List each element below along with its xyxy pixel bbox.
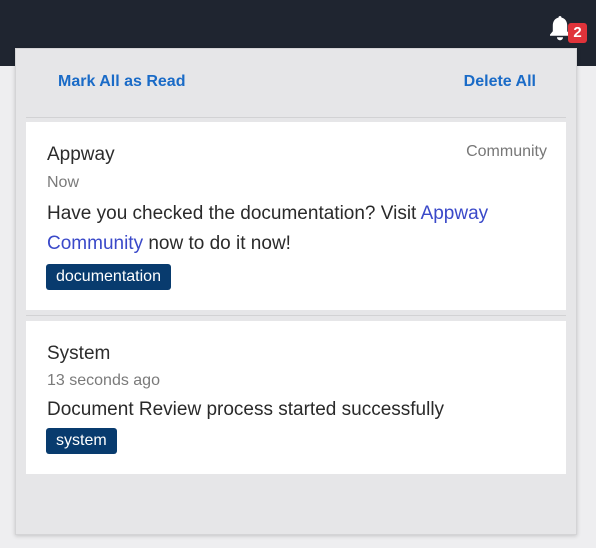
notification-time: Now <box>47 174 80 191</box>
notifications-panel-header: Mark All as Read Delete All <box>16 49 576 117</box>
card-separator-line <box>26 315 566 316</box>
notification-tag[interactable]: system <box>46 428 117 454</box>
notification-title: System <box>47 343 111 364</box>
header-divider <box>26 117 566 118</box>
notification-title: Appway <box>47 144 115 165</box>
notification-message-text-end: now to do it now! <box>143 233 291 254</box>
notification-message: Document Review process started successf… <box>47 395 517 425</box>
notification-time: 13 seconds ago <box>47 372 160 389</box>
notification-message: Have you checked the documentation? Visi… <box>47 199 517 259</box>
notifications-panel: Mark All as Read Delete All Appway Commu… <box>15 48 577 535</box>
delete-all-button[interactable]: Delete All <box>464 73 536 91</box>
notification-message-text: Document Review process started successf… <box>47 399 445 420</box>
notification-tag[interactable]: documentation <box>46 264 171 290</box>
mark-all-as-read-button[interactable]: Mark All as Read <box>58 73 185 91</box>
notification-card[interactable]: System 13 seconds ago Document Review pr… <box>26 321 566 474</box>
notifications-bell-button[interactable]: 2 <box>548 14 587 44</box>
notification-card[interactable]: Appway Community Now Have you checked th… <box>26 122 566 310</box>
notification-message-text: Have you checked the documentation? Visi… <box>47 203 421 224</box>
notification-source: Community <box>466 143 547 160</box>
notification-count-badge: 2 <box>568 23 587 43</box>
